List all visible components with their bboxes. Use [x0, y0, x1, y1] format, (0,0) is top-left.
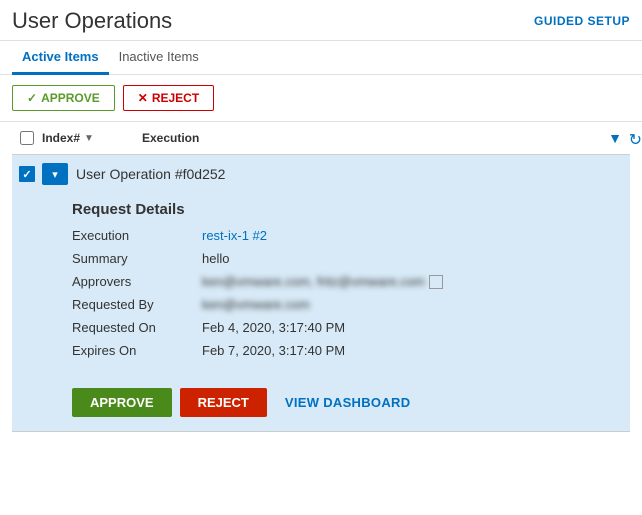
approvers-label: Approvers [72, 274, 202, 289]
page-title: User Operations [12, 8, 172, 34]
row-checkbox-col [12, 166, 42, 182]
requested-by-value: ken@vmware.com [202, 297, 310, 312]
tabs-bar: Active Items Inactive Items [0, 41, 642, 75]
approve-check-icon: ✓ [27, 91, 37, 105]
filter-icon[interactable]: ▼ [608, 130, 622, 146]
refresh-icon[interactable]: ↻ [629, 130, 642, 150]
row-actions: APPROVE REJECT VIEW DASHBOARD [12, 374, 630, 431]
details-title: Request Details [72, 201, 618, 218]
content-area: ↻ Index# ▼ Execution ▼ ▾ User Operation … [0, 122, 642, 432]
detail-summary-row: Summary hello [72, 251, 618, 266]
expires-on-label: Expires On [72, 343, 202, 358]
detail-requested-by-row: Requested By ken@vmware.com [72, 297, 618, 312]
index-column-header: Index# ▼ [42, 131, 142, 145]
approvers-checkbox[interactable] [429, 275, 443, 289]
tab-inactive-items[interactable]: Inactive Items [109, 41, 209, 75]
requested-by-label: Requested By [72, 297, 202, 312]
filter-icon-col[interactable]: ▼ [600, 130, 630, 146]
action-toolbar: ✓ APPROVE ✕ REJECT [0, 75, 642, 122]
detail-expires-on-row: Expires On Feb 7, 2020, 3:17:40 PM [72, 343, 618, 358]
reject-x-icon: ✕ [138, 91, 148, 105]
guided-setup-link[interactable]: GUIDED SETUP [534, 14, 630, 28]
expires-on-value: Feb 7, 2020, 3:17:40 PM [202, 343, 345, 358]
requested-on-value: Feb 4, 2020, 3:17:40 PM [202, 320, 345, 335]
detail-approvers-row: Approvers ken@vmware.com, fritz@vmware.c… [72, 274, 618, 289]
summary-label: Summary [72, 251, 202, 266]
select-all-checkbox[interactable] [20, 131, 34, 145]
header-checkbox-col [12, 131, 42, 145]
row-checkbox-checked[interactable] [19, 166, 35, 182]
requested-on-label: Requested On [72, 320, 202, 335]
details-section: Request Details Execution rest-ix-1 #2 S… [12, 193, 630, 374]
row-title: User Operation #f0d252 [76, 166, 225, 182]
view-dashboard-button[interactable]: VIEW DASHBOARD [275, 388, 421, 417]
row-header: ▾ User Operation #f0d252 [12, 155, 630, 193]
execution-column-header: Execution [142, 131, 600, 145]
summary-value: hello [202, 251, 229, 266]
approve-top-button[interactable]: ✓ APPROVE [12, 85, 115, 111]
tab-active-items[interactable]: Active Items [12, 41, 109, 75]
execution-label: Execution [72, 228, 202, 243]
table-row: ▾ User Operation #f0d252 Request Details… [12, 155, 630, 432]
detail-requested-on-row: Requested On Feb 4, 2020, 3:17:40 PM [72, 320, 618, 335]
detail-execution-row: Execution rest-ix-1 #2 [72, 228, 618, 243]
approve-main-button[interactable]: APPROVE [72, 388, 172, 417]
expand-collapse-button[interactable]: ▾ [42, 163, 68, 185]
reject-main-button[interactable]: REJECT [180, 388, 267, 417]
sort-icon[interactable]: ▼ [84, 133, 94, 144]
table-header: Index# ▼ Execution ▼ [12, 122, 630, 155]
approvers-value: ken@vmware.com, fritz@vmware.com [202, 274, 425, 289]
reject-top-button[interactable]: ✕ REJECT [123, 85, 214, 111]
execution-value[interactable]: rest-ix-1 #2 [202, 228, 267, 243]
approvers-value-group: ken@vmware.com, fritz@vmware.com [202, 274, 443, 289]
header: User Operations GUIDED SETUP [0, 0, 642, 41]
